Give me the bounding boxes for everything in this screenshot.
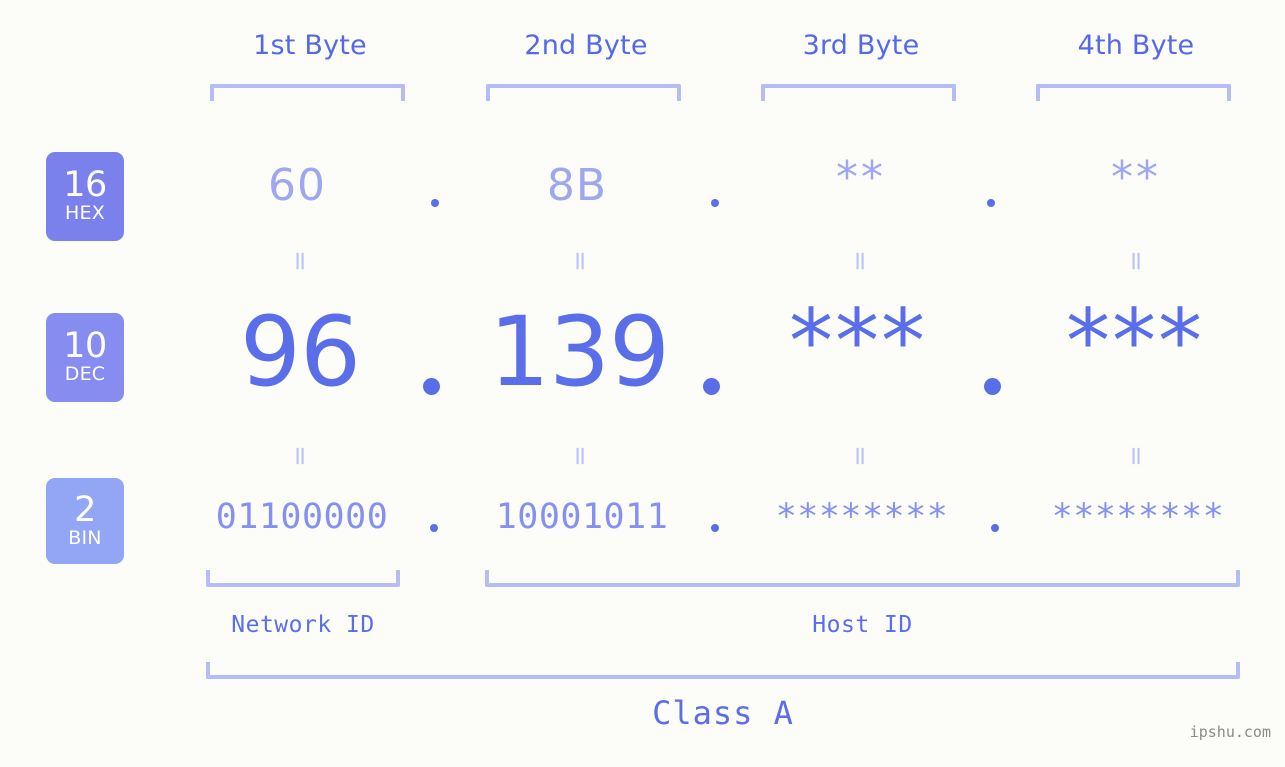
hex-separator-dot-1	[431, 199, 439, 207]
bin-separator-dot-1	[430, 524, 438, 532]
hex-byte-3: **	[836, 152, 886, 203]
hex-separator-dot-2	[711, 199, 719, 207]
network-id-bracket	[206, 570, 400, 587]
dec-separator-dot-3	[984, 378, 1001, 395]
byte-bracket-2	[486, 84, 681, 101]
base-badge-hex-number: 16	[63, 165, 107, 206]
byte-header-4: 4th Byte	[1077, 30, 1195, 61]
equals-mark-dec-bin-3: =	[845, 445, 875, 467]
equals-mark-hex-dec-1: =	[285, 250, 315, 272]
hex-separator-dot-3	[987, 199, 995, 207]
hex-byte-1: 60	[268, 160, 326, 211]
dec-byte-3: ***	[789, 290, 927, 393]
byte-bracket-1	[210, 84, 405, 101]
equals-mark-dec-bin-4: =	[1121, 445, 1151, 467]
base-badge-hex-label: HEX	[65, 202, 105, 225]
bin-byte-4: ********	[1051, 497, 1225, 537]
bin-separator-dot-3	[991, 524, 999, 532]
site-watermark: ipshu.com	[1189, 723, 1271, 741]
bin-byte-1: 01100000	[215, 497, 389, 537]
hex-byte-4: **	[1111, 152, 1161, 203]
base-badge-bin: 2 BIN	[46, 478, 124, 564]
base-badge-dec: 10 DEC	[46, 313, 124, 402]
network-id-label: Network ID	[231, 612, 375, 638]
equals-mark-dec-bin-1: =	[285, 445, 315, 467]
host-id-label: Host ID	[812, 612, 913, 638]
base-badge-bin-label: BIN	[68, 526, 102, 549]
byte-header-1: 1st Byte	[253, 30, 367, 61]
byte-bracket-4	[1036, 84, 1231, 101]
base-badge-bin-number: 2	[74, 489, 96, 530]
base-badge-dec-number: 10	[63, 326, 107, 367]
equals-mark-hex-dec-3: =	[845, 250, 875, 272]
dec-byte-2: 139	[488, 296, 670, 408]
host-id-bracket	[485, 570, 1240, 587]
byte-header-3: 3rd Byte	[802, 30, 920, 61]
equals-mark-hex-dec-4: =	[1121, 250, 1151, 272]
dec-separator-dot-2	[703, 378, 720, 395]
hex-byte-2: 8B	[546, 160, 608, 211]
dec-byte-4: ***	[1066, 290, 1204, 393]
bin-byte-2: 10001011	[495, 497, 669, 537]
dec-separator-dot-1	[423, 378, 440, 395]
byte-header-2: 2nd Byte	[524, 30, 648, 61]
ip-class-label: Class A	[652, 694, 794, 732]
equals-mark-hex-dec-2: =	[565, 250, 595, 272]
ip-breakdown-diagram: 1st Byte 2nd Byte 3rd Byte 4th Byte 16 H…	[0, 0, 1285, 767]
base-badge-hex: 16 HEX	[46, 152, 124, 241]
bin-byte-3: ********	[775, 497, 949, 537]
base-badge-dec-label: DEC	[64, 363, 106, 386]
equals-mark-dec-bin-2: =	[565, 445, 595, 467]
byte-bracket-3	[761, 84, 956, 101]
bin-separator-dot-2	[711, 524, 719, 532]
dec-byte-1: 96	[239, 296, 361, 408]
ip-class-bracket	[206, 662, 1240, 679]
